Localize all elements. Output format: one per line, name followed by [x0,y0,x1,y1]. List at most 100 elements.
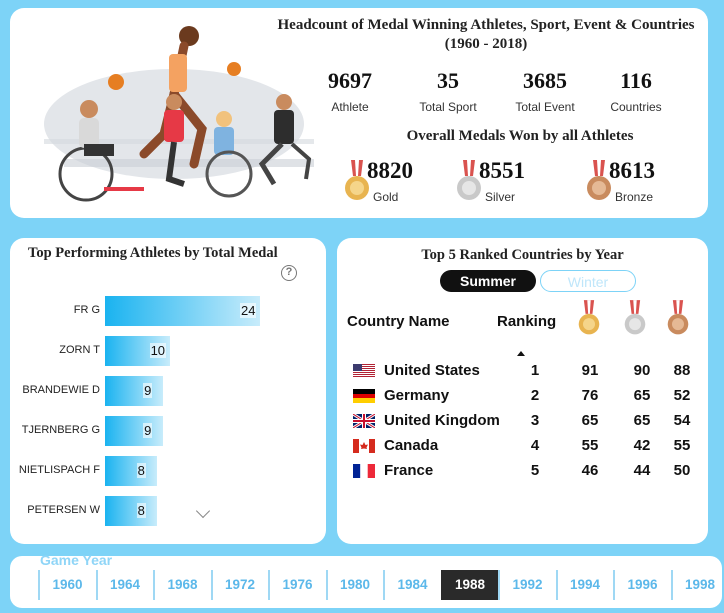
subtitle-text: (1960 - 2018) [444,36,528,52]
rank-cell: 5 [530,462,540,479]
kpi-athlete: 9697 Athlete [300,68,400,114]
table-row[interactable]: United Kingdom 3 65 65 54 [337,410,708,434]
country-name: United Kingdom [384,412,500,429]
sort-ascending-icon[interactable] [517,351,525,356]
kpi-label: Total Event [515,100,575,114]
bar-row[interactable]: BRANDEWIE D 9 [10,376,310,406]
rank-cell: 3 [530,412,540,429]
kpi-value: 9697 [328,68,372,93]
athletes-chart-panel: Top Performing Athletes by Total Medal ?… [10,238,326,544]
gold-label: Gold [373,190,399,204]
country-name: Canada [384,437,439,454]
page-title: Headcount of Medal Winning Athletes, Spo… [258,16,714,54]
kpi-value: 35 [437,68,459,93]
kpi-value: 116 [620,68,652,93]
country-name: United States [384,362,480,379]
bar-value-label: 9 [143,423,153,438]
bronze-cell: 88 [673,362,691,379]
gold-cell: 55 [581,437,599,454]
kpi-value: 3685 [523,68,567,93]
year-option[interactable]: 1968 [153,570,210,600]
bar-value-label: 24 [240,303,257,318]
bar[interactable] [105,496,157,526]
help-icon[interactable]: ? [281,265,297,281]
gold-cell: 91 [581,362,599,379]
year-option[interactable]: 1996 [613,570,670,600]
summary-panel: Headcount of Medal Winning Athletes, Spo… [10,8,708,218]
kpi-label: Total Sport [419,100,477,114]
bar[interactable] [105,416,164,446]
table-row[interactable]: United States 1 91 90 88 [337,360,708,384]
flag-ca-icon [353,439,375,453]
flag-us-icon [353,364,375,378]
silver-medal-icon [624,300,646,335]
gold-medal-icon [578,300,600,335]
table-row[interactable]: Germany 2 76 65 52 [337,385,708,409]
year-option[interactable]: 1972 [210,570,268,600]
kpi-countries: 116 Countries [586,68,686,114]
bar-label: NIETLISPACH F [18,464,100,476]
table-row[interactable]: Canada 4 55 42 55 [337,435,708,459]
year-option[interactable]: 1976 [268,570,325,600]
bar-value-label: 10 [149,343,167,358]
silver-value: 8551 [479,158,525,183]
bar-label: ZORN T [59,344,100,356]
title-text: Headcount of Medal Winning Athletes, Spo… [277,17,695,33]
bronze-cell: 54 [673,412,691,429]
silver-cell: 65 [633,412,651,429]
bronze-cell: 55 [673,437,691,454]
bar-row[interactable]: FR G 24 [10,296,310,326]
gold-value: 8820 [367,158,413,183]
bar[interactable] [105,456,157,486]
ranking-header[interactable]: Ranking [497,313,556,330]
country-name-header[interactable]: Country Name [347,313,450,330]
bar-value-label: 8 [136,503,146,518]
year-option[interactable]: 1960 [38,570,95,600]
silver-cell: 65 [633,387,651,404]
bar-row[interactable]: NIETLISPACH F 8 [10,456,310,486]
flag-fr-icon [353,464,375,478]
bar-label: TJERNBERG G [21,424,100,436]
bar[interactable] [105,376,164,406]
year-option[interactable]: 1992 [498,570,555,600]
winter-toggle[interactable]: Winter [540,270,636,292]
medals-title: Overall Medals Won by all Athletes [406,128,634,144]
bar[interactable] [105,296,260,326]
bar-value-label: 8 [136,463,146,478]
bar-row[interactable]: TJERNBERG G 9 [10,416,310,446]
silver-cell: 42 [633,437,651,454]
bronze-label: Bronze [615,190,654,204]
country-name: France [384,462,434,479]
gold-cell: 65 [581,412,599,429]
year-option[interactable]: 1984 [383,570,440,600]
gold-cell: 76 [581,387,599,404]
bar-label: FR G [73,304,100,316]
bar-label: BRANDEWIE D [22,384,100,396]
silver-cell: 90 [633,362,651,379]
summer-toggle[interactable]: Summer [440,270,536,292]
silver-label: Silver [485,190,516,204]
year-filter-label: Game Year [40,552,113,568]
gold-cell: 46 [581,462,599,479]
year-option[interactable]: 1994 [555,570,613,600]
kpi-total-sport: 35 Total Sport [398,68,498,114]
bronze-value: 8613 [609,158,655,183]
year-option[interactable]: 1980 [325,570,383,600]
silver-cell: 44 [633,462,651,479]
kpi-label: Athlete [331,100,369,114]
rank-cell: 1 [530,362,540,379]
bar-row[interactable]: ZORN T 10 [10,336,310,366]
bar-label: PETERSEN W [27,504,100,516]
kpi-label: Countries [610,100,662,114]
countries-panel: Top 5 Ranked Countries by Year Summer Wi… [337,238,708,544]
bronze-medal-icon [667,300,689,335]
table-row[interactable]: France 5 46 44 50 [337,460,708,484]
bar-row[interactable]: PETERSEN W 8 [10,496,310,526]
bar-value-label: 9 [143,383,153,398]
year-option[interactable]: 1988 [440,570,498,600]
bronze-cell: 50 [673,462,691,479]
flag-de-icon [353,389,375,403]
year-option[interactable]: 1964 [95,570,153,600]
year-option[interactable]: 1998 [670,570,724,600]
kpi-total-event: 3685 Total Event [495,68,595,114]
